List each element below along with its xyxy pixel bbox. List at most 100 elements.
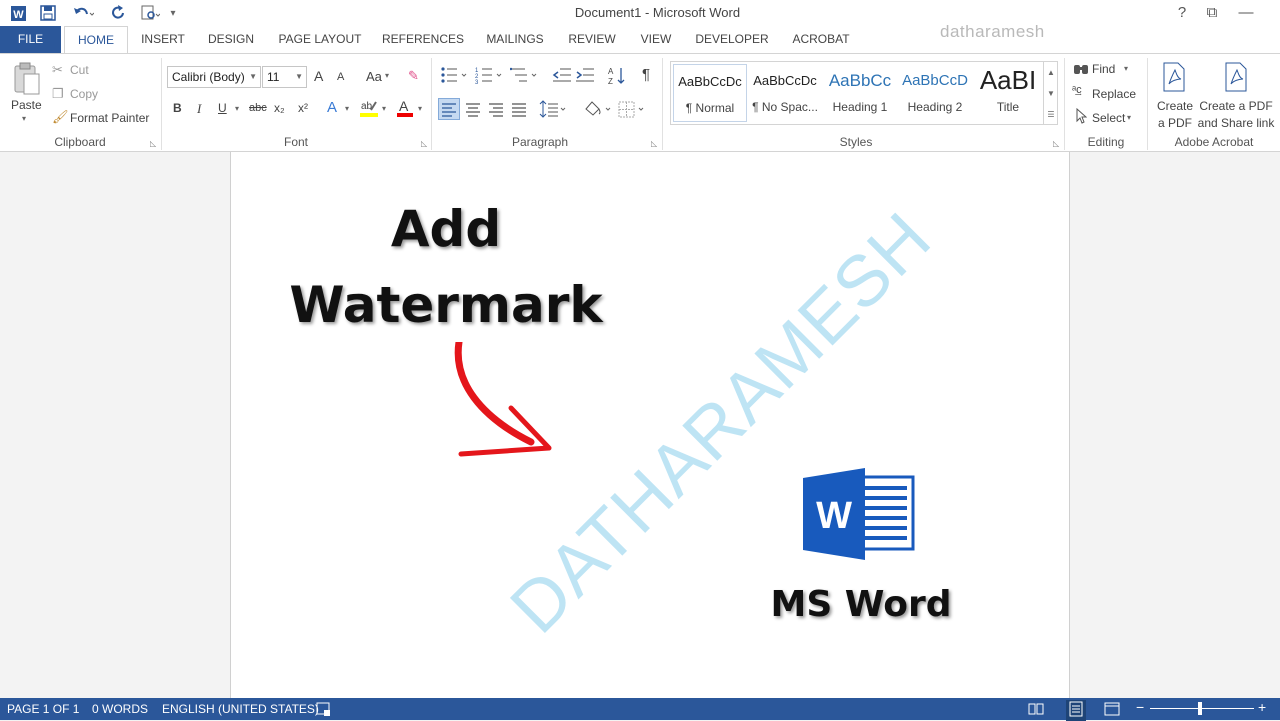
bullets-icon[interactable] (440, 66, 470, 87)
zoom-slider-thumb[interactable] (1198, 702, 1202, 715)
font-color-icon[interactable]: A (396, 98, 414, 121)
shrink-font-button[interactable]: A (337, 71, 344, 83)
numbering-icon[interactable]: 123 (475, 66, 505, 87)
styles-group-label: Styles (839, 135, 873, 149)
cut-button[interactable]: Cut (70, 63, 89, 77)
tab-acrobat[interactable]: ACROBAT (786, 26, 856, 53)
document-page[interactable]: DATHARAMESH Add Watermark W MS Word (230, 152, 1070, 698)
account-name[interactable]: datharamesh (940, 22, 1045, 42)
acrobat-group-label: Adobe Acrobat (1174, 135, 1254, 149)
tab-references[interactable]: REFERENCES (380, 26, 466, 53)
paste-icon[interactable] (12, 62, 42, 99)
increase-indent-icon[interactable] (575, 66, 595, 87)
chevron-down-icon[interactable]: ▾ (1127, 113, 1131, 122)
tab-view[interactable]: VIEW (632, 26, 680, 53)
create-share-pdf-icon[interactable] (1224, 62, 1248, 95)
sort-icon[interactable]: AZ (607, 66, 627, 89)
web-layout-icon[interactable] (1104, 701, 1120, 720)
tab-insert[interactable]: INSERT (136, 26, 190, 53)
svg-text:3: 3 (475, 80, 479, 84)
chevron-down-icon[interactable]: ▾ (345, 104, 349, 113)
underline-button[interactable]: U (218, 101, 227, 115)
borders-icon[interactable] (617, 99, 647, 122)
multilevel-list-icon[interactable] (509, 66, 540, 87)
zoom-in-icon[interactable]: + (1258, 699, 1266, 715)
style-name: ¶ Normal (685, 101, 735, 115)
clipboard-launcher-icon[interactable]: ◺ (150, 139, 156, 148)
tab-design[interactable]: DESIGN (202, 26, 260, 53)
justify-icon[interactable] (509, 99, 529, 122)
document-workspace[interactable]: DATHARAMESH Add Watermark W MS Word (0, 152, 1280, 698)
align-right-icon[interactable] (486, 99, 506, 122)
line-spacing-icon[interactable] (539, 99, 567, 122)
ribbon-display-options-button[interactable]: ⧉ (1200, 2, 1224, 24)
style-heading-1[interactable]: AaBbCc Heading 1 (823, 64, 897, 122)
find-button[interactable]: Find (1092, 62, 1115, 76)
chevron-down-icon[interactable]: ▾ (1124, 64, 1128, 73)
scroll-down-icon[interactable]: ▼ (1043, 83, 1058, 104)
zoom-slider[interactable] (1150, 708, 1254, 709)
print-layout-icon[interactable] (1066, 700, 1086, 721)
paste-button[interactable]: Paste (11, 98, 42, 112)
tab-mailings[interactable]: MAILINGS (478, 26, 552, 53)
replace-button[interactable]: Replace (1092, 87, 1136, 101)
bold-button[interactable]: B (173, 101, 182, 115)
text-effects-icon[interactable]: A (327, 99, 337, 116)
grow-font-button[interactable]: A (314, 68, 323, 84)
style-heading-2[interactable]: AaBbCcD Heading 2 (898, 64, 972, 122)
strikethrough-button[interactable]: abc (249, 102, 267, 114)
shading-icon[interactable] (582, 99, 612, 122)
change-case-button[interactable]: Aa (366, 69, 382, 84)
select-button[interactable]: Select (1092, 111, 1125, 125)
create-pdf-button[interactable]: Create a PDF (1155, 98, 1195, 132)
font-size-select[interactable]: 11 ▼ (262, 66, 307, 88)
subscript-button[interactable]: x₂ (274, 101, 285, 115)
tab-home[interactable]: HOME (64, 26, 128, 54)
styles-launcher-icon[interactable]: ◺ (1053, 139, 1059, 148)
italic-button[interactable]: I (197, 101, 201, 117)
chevron-down-icon[interactable]: ▾ (418, 104, 422, 113)
page-count[interactable]: PAGE 1 OF 1 (7, 702, 79, 716)
scroll-up-icon[interactable]: ▲ (1043, 62, 1058, 83)
tab-page-layout[interactable]: PAGE LAYOUT (272, 26, 368, 53)
paste-dropdown-icon[interactable]: ▾ (22, 114, 26, 123)
create-pdf-icon[interactable] (1162, 62, 1186, 95)
language-indicator[interactable]: ENGLISH (UNITED STATES) (162, 702, 319, 716)
paragraph-group-label: Paragraph (511, 135, 569, 149)
tab-developer[interactable]: DEVELOPER (692, 26, 772, 53)
style-name: Title (996, 100, 1020, 114)
clear-formatting-icon[interactable]: ✎ (408, 68, 419, 84)
decrease-indent-icon[interactable] (552, 66, 572, 87)
font-name-select[interactable]: Calibri (Body) ▼ (167, 66, 261, 88)
ribbon: Paste ▾ ✂ Cut ❐ Copy 🖌 Format Painter Cl… (0, 53, 1280, 152)
chevron-down-icon[interactable]: ▾ (382, 104, 386, 113)
highlight-icon[interactable]: ab (359, 98, 379, 121)
copy-button[interactable]: Copy (70, 87, 98, 101)
more-styles-icon[interactable]: ☰ (1043, 104, 1058, 125)
format-painter-button[interactable]: Format Painter (70, 111, 149, 125)
tab-file[interactable]: FILE (0, 26, 61, 53)
font-launcher-icon[interactable]: ◺ (421, 139, 427, 148)
superscript-button[interactable]: x² (298, 101, 308, 115)
copy-icon: ❐ (52, 86, 64, 101)
heading-line-1: Add (390, 200, 502, 258)
style-normal[interactable]: AaBbCcDc ¶ Normal (673, 64, 747, 122)
chevron-down-icon[interactable]: ▾ (385, 71, 389, 80)
tab-review[interactable]: REVIEW (564, 26, 620, 53)
show-formatting-button[interactable]: ¶ (642, 66, 650, 83)
paragraph-launcher-icon[interactable]: ◺ (651, 139, 657, 148)
zoom-out-icon[interactable]: − (1136, 699, 1144, 715)
read-mode-icon[interactable] (1028, 701, 1044, 720)
font-group-label: Font (283, 135, 308, 149)
help-button[interactable]: ? (1170, 2, 1194, 24)
style-no-spacing[interactable]: AaBbCcDc ¶ No Spac... (748, 64, 822, 122)
minimize-button[interactable]: — (1234, 2, 1258, 24)
chevron-down-icon[interactable]: ▾ (235, 104, 239, 113)
font-size-value: 11 (267, 70, 280, 84)
align-left-icon[interactable] (438, 98, 460, 120)
style-title[interactable]: AaBI Title (971, 64, 1045, 122)
align-center-icon[interactable] (463, 99, 483, 122)
create-share-pdf-button[interactable]: Create a PDF and Share link (1196, 98, 1276, 132)
word-count[interactable]: 0 WORDS (92, 702, 148, 716)
macro-recording-icon[interactable] (316, 701, 332, 720)
